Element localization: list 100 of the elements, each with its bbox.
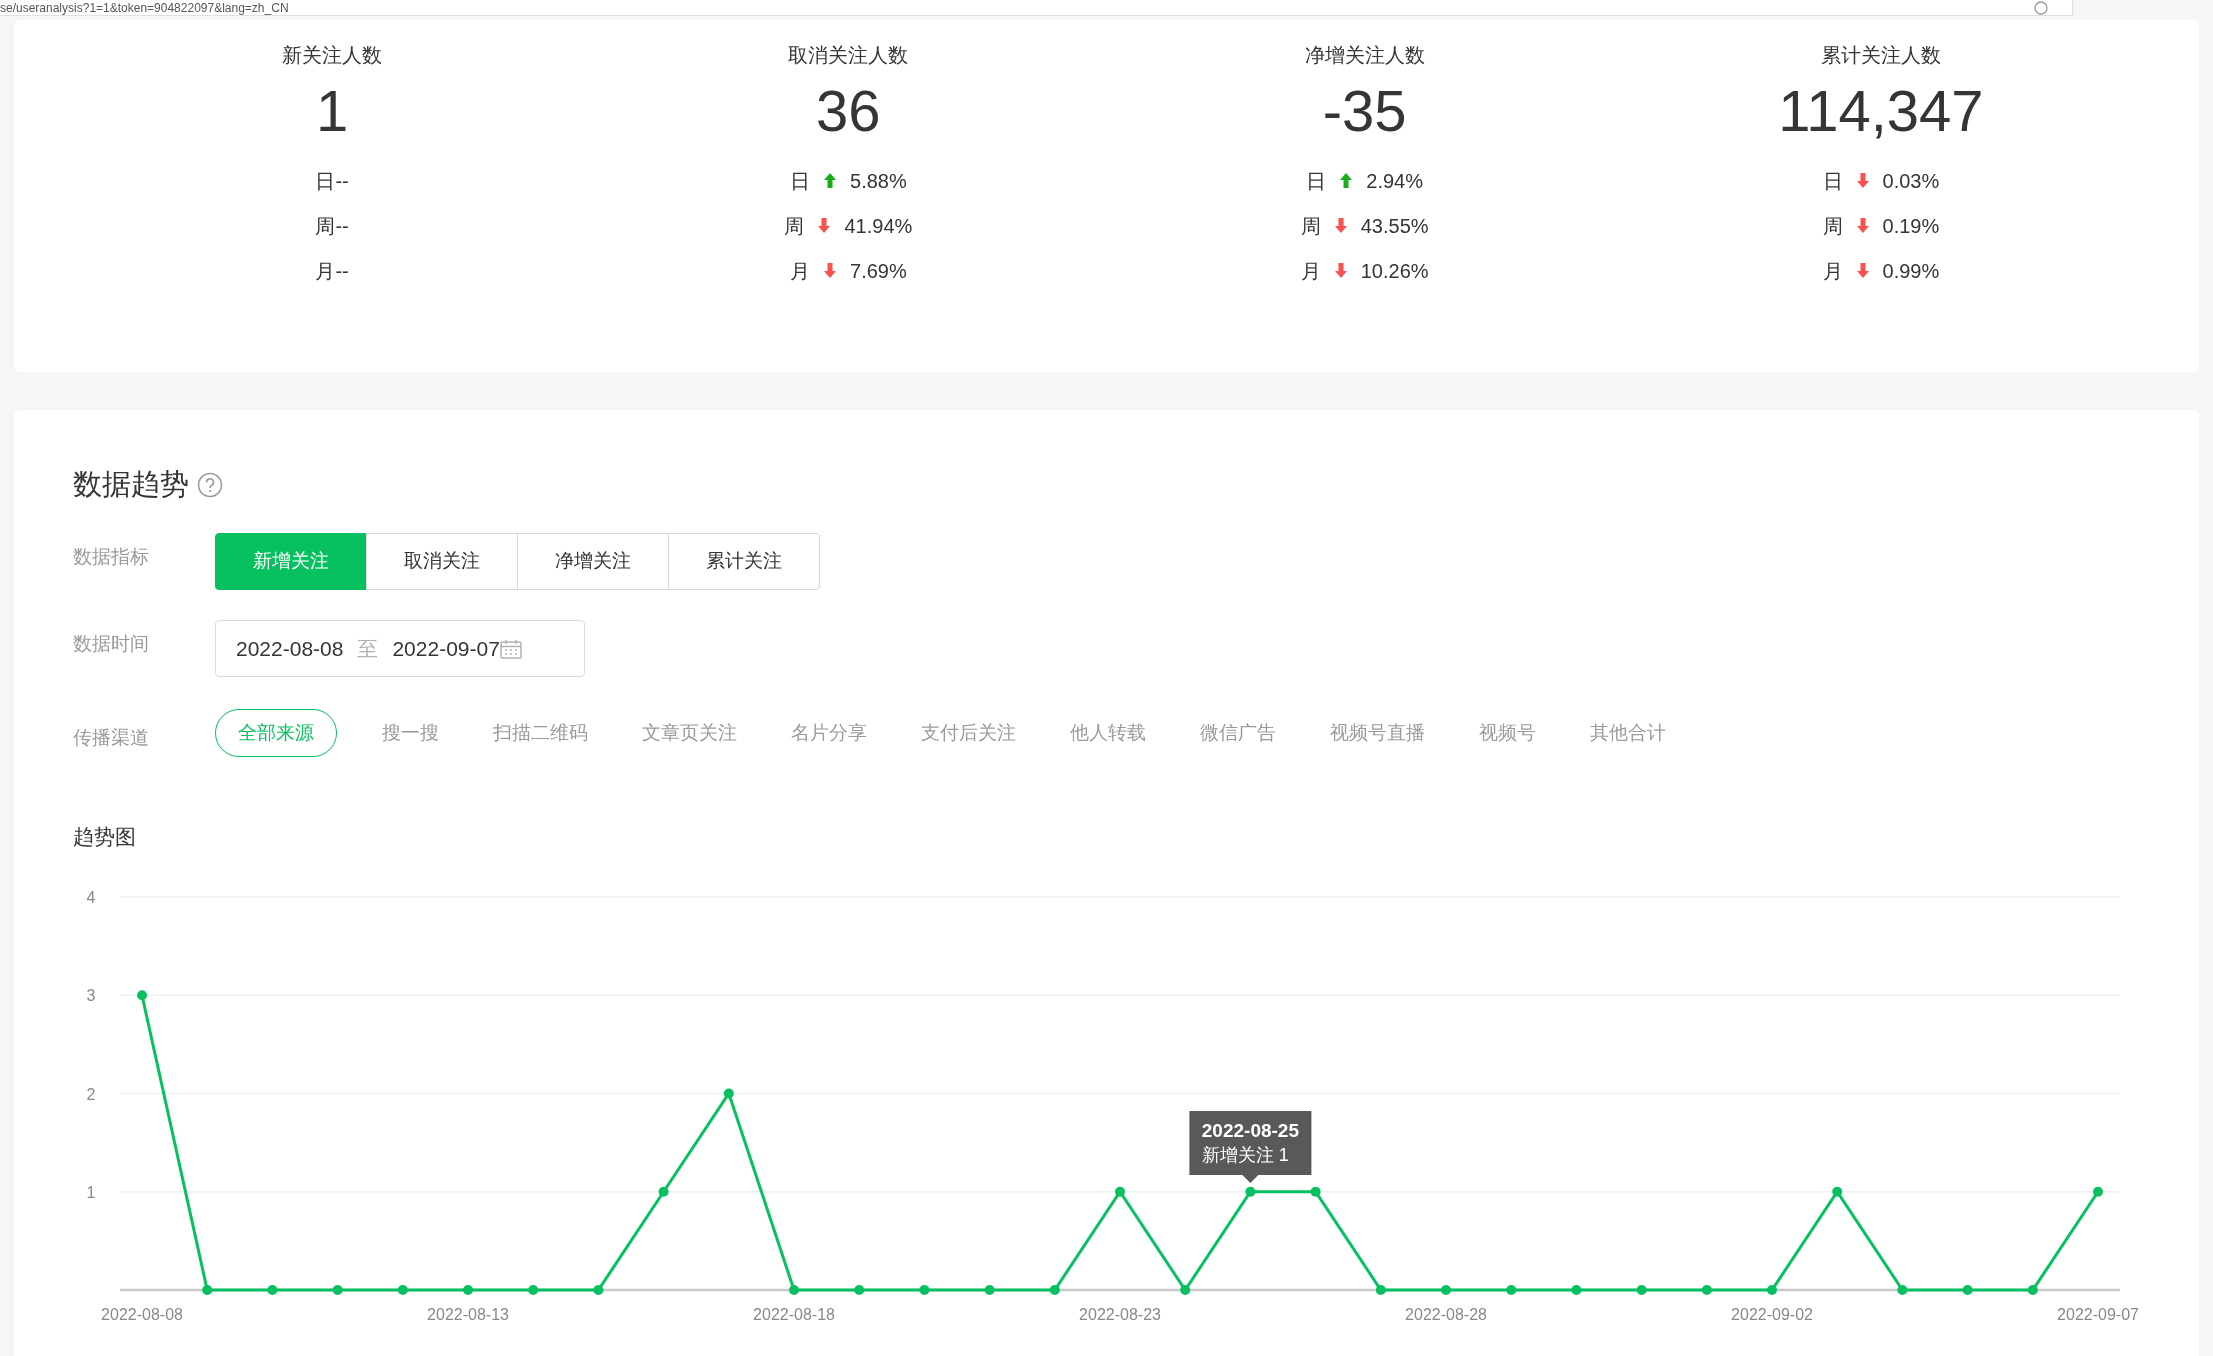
data-point[interactable] (984, 1284, 995, 1295)
calendar-icon[interactable] (499, 638, 522, 659)
help-icon[interactable] (197, 472, 223, 498)
metric-tab[interactable]: 取消关注 (366, 533, 518, 590)
data-point[interactable] (397, 1284, 408, 1295)
period-label: 月 (790, 258, 810, 284)
data-point[interactable] (267, 1284, 278, 1295)
channel-option[interactable]: 视频号 (1456, 709, 1559, 757)
tooltip-date: 2022-08-25 (1201, 1119, 1299, 1144)
data-point[interactable] (919, 1284, 930, 1295)
stat-title: 取消关注人数 (788, 43, 909, 68)
channel-option[interactable]: 支付后关注 (898, 709, 1039, 757)
end-date: 2022-09-07 (392, 635, 500, 662)
data-point[interactable] (2027, 1284, 2038, 1295)
change-value: 0.99% (1882, 258, 1940, 284)
data-point[interactable] (1571, 1284, 1582, 1295)
stat-value: 1 (316, 77, 349, 145)
period-label: 周 (1822, 213, 1843, 239)
y-tick-label: 3 (86, 986, 96, 1004)
data-point[interactable] (1832, 1186, 1843, 1197)
x-tick-label: 2022-08-28 (1405, 1305, 1487, 1323)
data-point[interactable] (2093, 1186, 2103, 1197)
data-point[interactable] (1701, 1284, 1712, 1295)
change-value: 2.94% (1366, 168, 1423, 194)
channel-option[interactable]: 名片分享 (768, 709, 890, 757)
data-point[interactable] (1962, 1284, 1973, 1295)
reload-icon[interactable] (2034, 0, 2048, 15)
data-point[interactable] (1506, 1284, 1517, 1295)
data-point[interactable] (528, 1284, 539, 1295)
period-label: 日 (1822, 168, 1843, 194)
x-tick-label: 2022-08-08 (101, 1305, 183, 1323)
channel-option[interactable]: 视频号直播 (1307, 709, 1448, 757)
data-point[interactable] (1115, 1186, 1125, 1197)
change-value: 月-- (315, 258, 349, 284)
change-value: 43.55% (1360, 213, 1429, 239)
data-point[interactable] (1180, 1284, 1191, 1295)
section-title: 数据趋势 (73, 467, 189, 503)
data-point[interactable] (332, 1284, 343, 1295)
metric-tab[interactable]: 新增关注 (215, 533, 367, 590)
period-label: 周 (784, 213, 805, 239)
x-tick-label: 2022-08-13 (427, 1305, 509, 1323)
data-point[interactable] (1767, 1284, 1777, 1295)
data-point[interactable] (1441, 1284, 1451, 1295)
channel-option[interactable]: 他人转载 (1047, 709, 1169, 757)
stat-value: 36 (816, 77, 881, 145)
data-point[interactable] (593, 1284, 604, 1295)
period-label: 月 (1822, 258, 1843, 284)
data-point[interactable] (1636, 1284, 1647, 1295)
date-range-field[interactable]: 2022-08-08 至 2022-09-07 (215, 620, 585, 677)
change-value: 41.94% (844, 213, 913, 239)
field-label: 数据指标 (73, 545, 150, 569)
period-label: 日 (790, 168, 810, 194)
channel-option[interactable]: 微信广告 (1177, 709, 1299, 757)
change-value: 5.88% (850, 168, 907, 194)
change-value: 日-- (315, 168, 349, 194)
url-text: se/useranalysis?1=1&token=904822097&lang=zh_CN (0, 0, 289, 15)
change-value: 10.26% (1360, 258, 1429, 284)
data-point[interactable] (137, 989, 147, 1000)
stat-title: 累计关注人数 (1820, 43, 1941, 68)
period-label: 日 (1306, 168, 1327, 194)
data-point[interactable] (789, 1284, 799, 1295)
y-tick-label: 4 (86, 888, 96, 906)
stat-value: -35 (1322, 77, 1407, 145)
data-point[interactable] (1897, 1284, 1908, 1295)
data-point[interactable] (463, 1284, 473, 1295)
field-label: 数据时间 (73, 632, 150, 656)
channel-option[interactable]: 搜一搜 (359, 709, 462, 757)
range-separator: 至 (357, 635, 379, 662)
y-tick-label: 1 (86, 1183, 96, 1201)
data-point[interactable] (1375, 1284, 1386, 1295)
period-label: 月 (1300, 258, 1321, 284)
x-tick-label: 2022-09-02 (1731, 1305, 1813, 1323)
address-bar[interactable]: se/useranalysis?1=1&token=904822097&lang=zh_CN (0, 0, 2073, 16)
period-label: 周 (1300, 213, 1321, 239)
change-value: 周-- (315, 213, 349, 239)
metric-tab[interactable]: 净增关注 (517, 533, 669, 590)
data-point[interactable] (658, 1186, 669, 1197)
tooltip-value: 新增关注 1 (1201, 1144, 1290, 1168)
data-point[interactable] (723, 1088, 734, 1098)
stat-title: 新关注人数 (282, 43, 383, 68)
x-tick-label: 2022-08-18 (753, 1305, 835, 1323)
chart-title: 趋势图 (73, 824, 137, 850)
change-value: 0.19% (1882, 213, 1940, 239)
start-date: 2022-08-08 (236, 635, 344, 662)
channel-option[interactable]: 其他合计 (1567, 709, 1689, 757)
y-tick-label: 2 (86, 1085, 96, 1102)
field-label: 传播渠道 (73, 725, 150, 750)
x-tick-label: 2022-09-07 (2057, 1305, 2139, 1323)
channel-option[interactable]: 文章页关注 (619, 709, 760, 757)
data-point[interactable] (1245, 1186, 1256, 1197)
stat-title: 净增关注人数 (1304, 43, 1425, 68)
x-tick-label: 2022-08-23 (1079, 1305, 1161, 1323)
channel-option[interactable]: 扫描二维码 (470, 709, 611, 757)
metric-tab[interactable]: 累计关注 (668, 533, 820, 590)
data-point[interactable] (1049, 1284, 1060, 1295)
data-point[interactable] (1310, 1186, 1321, 1197)
data-point[interactable] (854, 1284, 865, 1295)
change-value: 0.03% (1882, 168, 1940, 194)
stat-value: 114,347 (1778, 77, 1984, 145)
data-point[interactable] (202, 1284, 213, 1295)
